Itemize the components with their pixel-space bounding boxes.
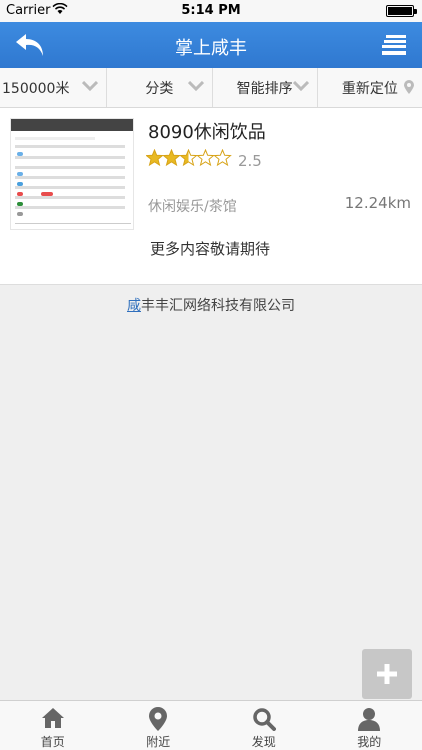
home-icon (41, 708, 64, 728)
listing-distance: 12.24km (344, 194, 411, 212)
chevron-down-icon (82, 81, 99, 91)
tab-discover-label: 发现 (251, 735, 276, 749)
company-name: 丰丰汇网络科技有限公司 (141, 298, 295, 314)
location-pin-icon (149, 707, 168, 731)
status-time: 5:14 PM (181, 3, 241, 18)
more-content-notice: 更多内容敬请期待 (150, 240, 271, 258)
location-pin-icon (404, 80, 414, 94)
add-button[interactable] (362, 649, 412, 699)
tab-home[interactable]: 首页 (0, 701, 106, 750)
category-filter-label: 分类 (145, 80, 174, 97)
sort-filter[interactable]: 智能排序 (213, 68, 318, 107)
listing-title: 8090休闲饮品 (148, 122, 266, 143)
company-link[interactable]: 咸 (127, 298, 141, 314)
tab-bar: 首页 附近 发现 我的 (0, 700, 422, 750)
listing-thumbnail (10, 118, 134, 230)
tab-me-label: 我的 (357, 735, 382, 749)
listing-category: 休闲娱乐/茶馆 (148, 199, 237, 215)
filter-bar: 150000米 分类 智能排序 重新定位 (0, 68, 422, 108)
menu-list-icon[interactable] (382, 34, 406, 56)
rating-value: 2.5 (238, 152, 262, 170)
status-bar: Carrier 5:14 PM (0, 0, 422, 22)
distance-filter[interactable]: 150000米 (0, 68, 108, 107)
company-credit: 咸丰丰汇网络科技有限公司 (0, 295, 422, 315)
relocate-label: 重新定位 (341, 80, 398, 97)
tab-me[interactable]: 我的 (317, 701, 422, 750)
category-filter[interactable]: 分类 (107, 68, 213, 107)
relocate-button[interactable]: 重新定位 (318, 68, 422, 107)
plus-icon (377, 664, 397, 684)
tab-home-label: 首页 (40, 735, 65, 749)
user-icon (358, 708, 381, 731)
navigation-bar: 掌上咸丰 (0, 22, 422, 68)
star-rating (146, 149, 231, 166)
battery-icon (386, 5, 417, 17)
tab-nearby-label: 附近 (146, 735, 171, 749)
tab-nearby[interactable]: 附近 (106, 701, 212, 750)
tab-discover[interactable]: 发现 (211, 701, 317, 750)
sort-filter-label: 智能排序 (236, 80, 293, 97)
page-title: 掌上咸丰 (175, 38, 247, 59)
distance-filter-label: 150000米 (2, 80, 70, 97)
chevron-down-icon (292, 81, 309, 91)
list-item[interactable]: 8090休闲饮品 2.5 休闲娱乐/茶馆 12.24km 更多内容敬请期待 (0, 108, 422, 285)
chevron-down-icon (187, 81, 204, 91)
search-icon (253, 708, 276, 731)
